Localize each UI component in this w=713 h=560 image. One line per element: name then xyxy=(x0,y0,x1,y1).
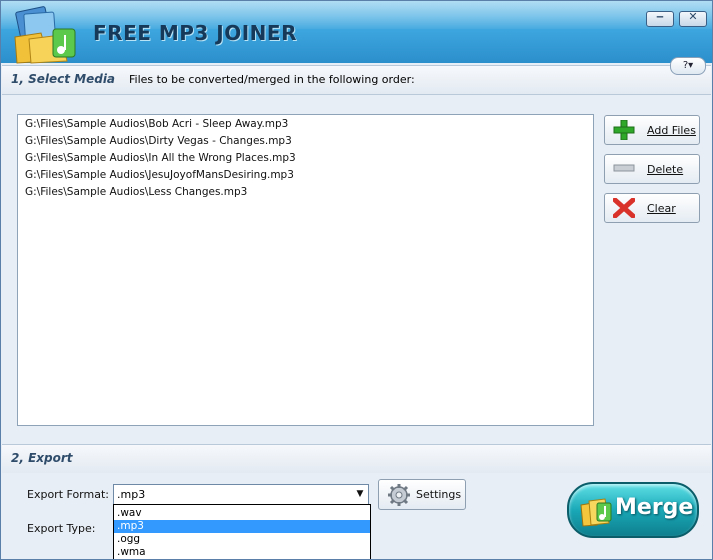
close-icon: ✕ xyxy=(688,10,698,23)
file-list[interactable]: G:\Files\Sample Audios\Bob Acri - Sleep … xyxy=(17,114,594,426)
minimize-icon: ‒ xyxy=(656,10,664,23)
app-title: FREE MP3 JOINER xyxy=(93,21,297,45)
settings-label: Settings xyxy=(416,488,462,501)
export-format-label: Export Format: xyxy=(27,488,109,501)
select-media-header: 1, Select Media Files to be converted/me… xyxy=(2,65,711,95)
settings-button[interactable]: Settings xyxy=(378,479,466,510)
gear-icon xyxy=(388,484,410,506)
merge-button[interactable]: Merge xyxy=(567,482,699,538)
select-media-title: 1, Select Media xyxy=(11,72,116,86)
add-files-button[interactable]: Add Files xyxy=(604,115,700,145)
help-button[interactable]: ?▾ xyxy=(670,57,706,75)
clear-x-icon xyxy=(613,198,635,218)
list-item[interactable]: G:\Files\Sample Audios\Bob Acri - Sleep … xyxy=(25,118,288,134)
format-option-selected[interactable]: .mp3 xyxy=(114,520,370,533)
app-logo-icon xyxy=(14,6,76,64)
merge-folder-icon xyxy=(580,498,612,527)
close-button[interactable]: ✕ xyxy=(679,10,707,27)
list-item[interactable]: G:\Files\Sample Audios\In All the Wrong … xyxy=(25,152,296,168)
list-item[interactable]: G:\Files\Sample Audios\JesuJoyofMansDesi… xyxy=(25,169,294,185)
export-format-select[interactable]: .mp3 ▼ xyxy=(113,484,369,505)
format-option[interactable]: .wav xyxy=(114,507,370,520)
list-item[interactable]: G:\Files\Sample Audios\Dirty Vegas - Cha… xyxy=(25,135,292,151)
format-option[interactable]: .wma xyxy=(114,546,370,559)
title-bar: FREE MP3 JOINER ‒ ✕ xyxy=(1,1,712,64)
add-files-label: Add Files xyxy=(647,124,696,137)
export-type-label: Export Type: xyxy=(27,522,96,535)
clear-label: Clear xyxy=(647,202,676,215)
merge-label: Merge xyxy=(615,495,694,520)
delete-button[interactable]: Delete xyxy=(604,154,700,184)
minimize-button[interactable]: ‒ xyxy=(646,10,674,27)
minus-icon xyxy=(613,164,635,172)
export-format-dropdown: .wav .mp3 .ogg .wma xyxy=(113,504,371,559)
app-window: FREE MP3 JOINER ‒ ✕ 1, Select Media File… xyxy=(0,0,713,560)
order-note: Files to be converted/merged in the foll… xyxy=(129,73,415,86)
list-item[interactable]: G:\Files\Sample Audios\Less Changes.mp3 xyxy=(25,186,247,202)
export-title: 2, Export xyxy=(11,451,73,465)
clear-button[interactable]: Clear xyxy=(604,193,700,223)
export-format-value: .mp3 xyxy=(117,488,146,501)
plus-icon xyxy=(613,120,635,140)
chevron-down-icon[interactable]: ▼ xyxy=(352,485,368,504)
format-option[interactable]: .ogg xyxy=(114,533,370,546)
export-header: 2, Export xyxy=(2,444,711,474)
delete-label: Delete xyxy=(647,163,684,176)
